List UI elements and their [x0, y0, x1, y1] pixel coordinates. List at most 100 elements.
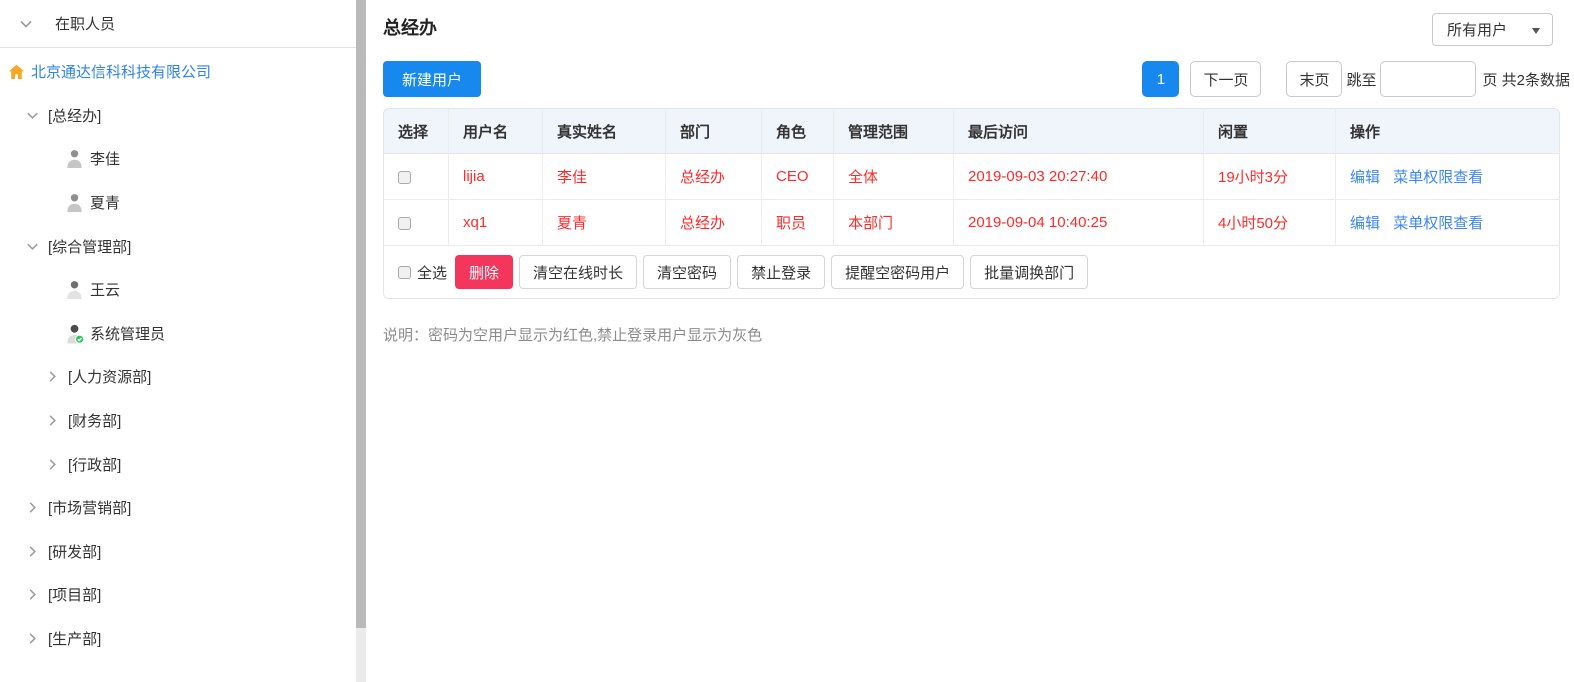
table-row: lijia 李佳 总经办 CEO 全体 2019-09-03 20:27:40 … — [383, 154, 1560, 200]
col-header-last-visit: 最后访问 — [954, 108, 1204, 154]
person-icon — [66, 193, 83, 212]
col-header-dept: 部门 — [666, 108, 762, 154]
tree-item-user[interactable]: 夏青 — [0, 181, 356, 225]
tree-item-label: 系统管理员 — [90, 323, 165, 344]
tree-item-label: 北京通达信科科技有限公司 — [31, 61, 211, 82]
batch-change-dept-button[interactable]: 批量调换部门 — [970, 255, 1088, 289]
edit-link[interactable]: 编辑 — [1350, 169, 1380, 186]
cell-role: 职员 — [762, 200, 834, 246]
person-icon — [66, 280, 83, 299]
cell-last-visit: 2019-09-03 20:27:40 — [954, 154, 1204, 200]
person-online-icon — [66, 324, 83, 343]
pagination: 1 下一页 末页 跳至 页 共2条数据 — [1142, 61, 1570, 97]
edit-link[interactable]: 编辑 — [1350, 215, 1380, 232]
row-checkbox[interactable] — [398, 171, 411, 184]
cell-username: xq1 — [449, 200, 543, 246]
tree-item-user[interactable]: 李佳 — [0, 137, 356, 181]
sidebar-header-label: 在职人员 — [55, 13, 115, 34]
tree-item-dept[interactable]: [项目部] — [0, 573, 356, 617]
pagination-jump-input[interactable] — [1380, 61, 1476, 97]
tree-item-dept[interactable]: [市场营销部] — [0, 486, 356, 530]
chevron-right-icon[interactable] — [45, 457, 60, 472]
home-icon — [8, 64, 25, 80]
new-user-button[interactable]: 新建用户 — [383, 61, 481, 97]
cell-last-visit: 2019-09-04 10:40:25 — [954, 200, 1204, 246]
forbid-login-button[interactable]: 禁止登录 — [737, 255, 825, 289]
chevron-right-icon[interactable] — [25, 631, 40, 646]
delete-button[interactable]: 删除 — [455, 255, 513, 289]
sidebar-scrollbar-thumb[interactable] — [356, 0, 366, 628]
tree-item-company-root[interactable]: 北京通达信科科技有限公司 — [0, 50, 356, 94]
table-row: xq1 夏青 总经办 职员 本部门 2019-09-04 10:40:25 4小… — [383, 200, 1560, 246]
col-header-realname: 真实姓名 — [543, 108, 666, 154]
row-checkbox[interactable] — [398, 217, 411, 230]
tree-item-dept[interactable]: [财务部] — [0, 399, 356, 443]
tree-item-dept[interactable]: [人力资源部] — [0, 355, 356, 399]
tree-item-label: 夏青 — [90, 192, 120, 213]
tree-item-label: [生产部] — [48, 628, 101, 649]
tree-item-label: [行政部] — [68, 454, 121, 475]
tree-item-dept[interactable]: [总经办] — [0, 94, 356, 138]
explanation-note: 说明：密码为空用户显示为红色,禁止登录用户显示为灰色 — [383, 324, 762, 345]
chevron-right-icon[interactable] — [25, 587, 40, 602]
cell-dept: 总经办 — [666, 200, 762, 246]
pagination-next-button[interactable]: 下一页 — [1190, 61, 1261, 97]
clear-online-time-button[interactable]: 清空在线时长 — [519, 255, 637, 289]
tree-item-label: [总经办] — [48, 105, 101, 126]
cell-idle: 4小时50分 — [1204, 200, 1336, 246]
clear-password-button[interactable]: 清空密码 — [643, 255, 731, 289]
pagination-last-button[interactable]: 末页 — [1286, 61, 1342, 97]
col-header-username: 用户名 — [449, 108, 543, 154]
pagination-total-text: 页 共2条数据 — [1482, 69, 1570, 90]
chevron-right-icon[interactable] — [25, 500, 40, 515]
cell-scope: 本部门 — [834, 200, 954, 246]
tree-item-dept[interactable]: [行政部] — [0, 442, 356, 486]
page-title: 总经办 — [383, 14, 437, 40]
cell-idle: 19小时3分 — [1204, 154, 1336, 200]
tree-item-label: 李佳 — [90, 148, 120, 169]
menu-permission-link[interactable]: 菜单权限查看 — [1393, 215, 1483, 232]
menu-permission-link[interactable]: 菜单权限查看 — [1393, 169, 1483, 186]
chevron-right-icon[interactable] — [45, 369, 60, 384]
org-tree-sidebar: 在职人员 北京通达信科科技有限公司 [总经办] 李佳 夏青 [综合管理部] 王云 — [0, 0, 356, 682]
select-all-checkbox[interactable] — [398, 266, 411, 279]
sidebar-scrollbar[interactable] — [356, 0, 366, 682]
cell-dept: 总经办 — [666, 154, 762, 200]
tree-item-dept[interactable]: [生产部] — [0, 617, 356, 661]
tree-item-label: 王云 — [90, 279, 120, 300]
tree-item-label: [市场营销部] — [48, 497, 131, 518]
tree-item-dept[interactable]: [研发部] — [0, 530, 356, 574]
cell-role: CEO — [762, 154, 834, 200]
tree-item-user[interactable]: 王云 — [0, 268, 356, 312]
cell-realname: 李佳 — [543, 154, 666, 200]
tree-item-dept[interactable]: [综合管理部] — [0, 224, 356, 268]
table-header-row: 选择 用户名 真实姓名 部门 角色 管理范围 最后访问 闲置 操作 — [383, 108, 1560, 154]
user-filter-selected-value: 所有用户 — [1447, 19, 1507, 40]
sidebar-header-active-staff[interactable]: 在职人员 — [0, 0, 356, 48]
select-all-label: 全选 — [417, 262, 447, 283]
tree-item-label: [财务部] — [68, 410, 121, 431]
col-header-actions: 操作 — [1336, 108, 1560, 154]
chevron-right-icon[interactable] — [25, 544, 40, 559]
tree-item-user-admin[interactable]: 系统管理员 — [0, 312, 356, 356]
tree-item-label: [人力资源部] — [68, 366, 151, 387]
chevron-down-icon[interactable] — [25, 108, 40, 123]
cell-scope: 全体 — [834, 154, 954, 200]
col-header-scope: 管理范围 — [834, 108, 954, 154]
chevron-right-icon[interactable] — [45, 413, 60, 428]
col-header-select: 选择 — [383, 108, 449, 154]
tree-item-label: [研发部] — [48, 541, 101, 562]
pagination-jump-label: 跳至 — [1346, 69, 1376, 90]
tree-item-label: [项目部] — [48, 584, 101, 605]
user-filter-select[interactable]: 所有用户 — [1432, 13, 1553, 46]
col-header-role: 角色 — [762, 108, 834, 154]
chevron-down-icon[interactable] — [25, 239, 40, 254]
remind-empty-password-button[interactable]: 提醒空密码用户 — [831, 255, 964, 289]
col-header-idle: 闲置 — [1204, 108, 1336, 154]
org-tree: 北京通达信科科技有限公司 [总经办] 李佳 夏青 [综合管理部] 王云 系统管理… — [0, 48, 356, 660]
person-icon — [66, 149, 83, 168]
user-table: 选择 用户名 真实姓名 部门 角色 管理范围 最后访问 闲置 操作 lijia … — [383, 108, 1560, 299]
main-content: 总经办 所有用户 新建用户 1 下一页 末页 跳至 页 共2条数据 选择 用户名… — [366, 0, 1574, 682]
pagination-current-page-button[interactable]: 1 — [1142, 61, 1179, 97]
cell-username: lijia — [449, 154, 543, 200]
